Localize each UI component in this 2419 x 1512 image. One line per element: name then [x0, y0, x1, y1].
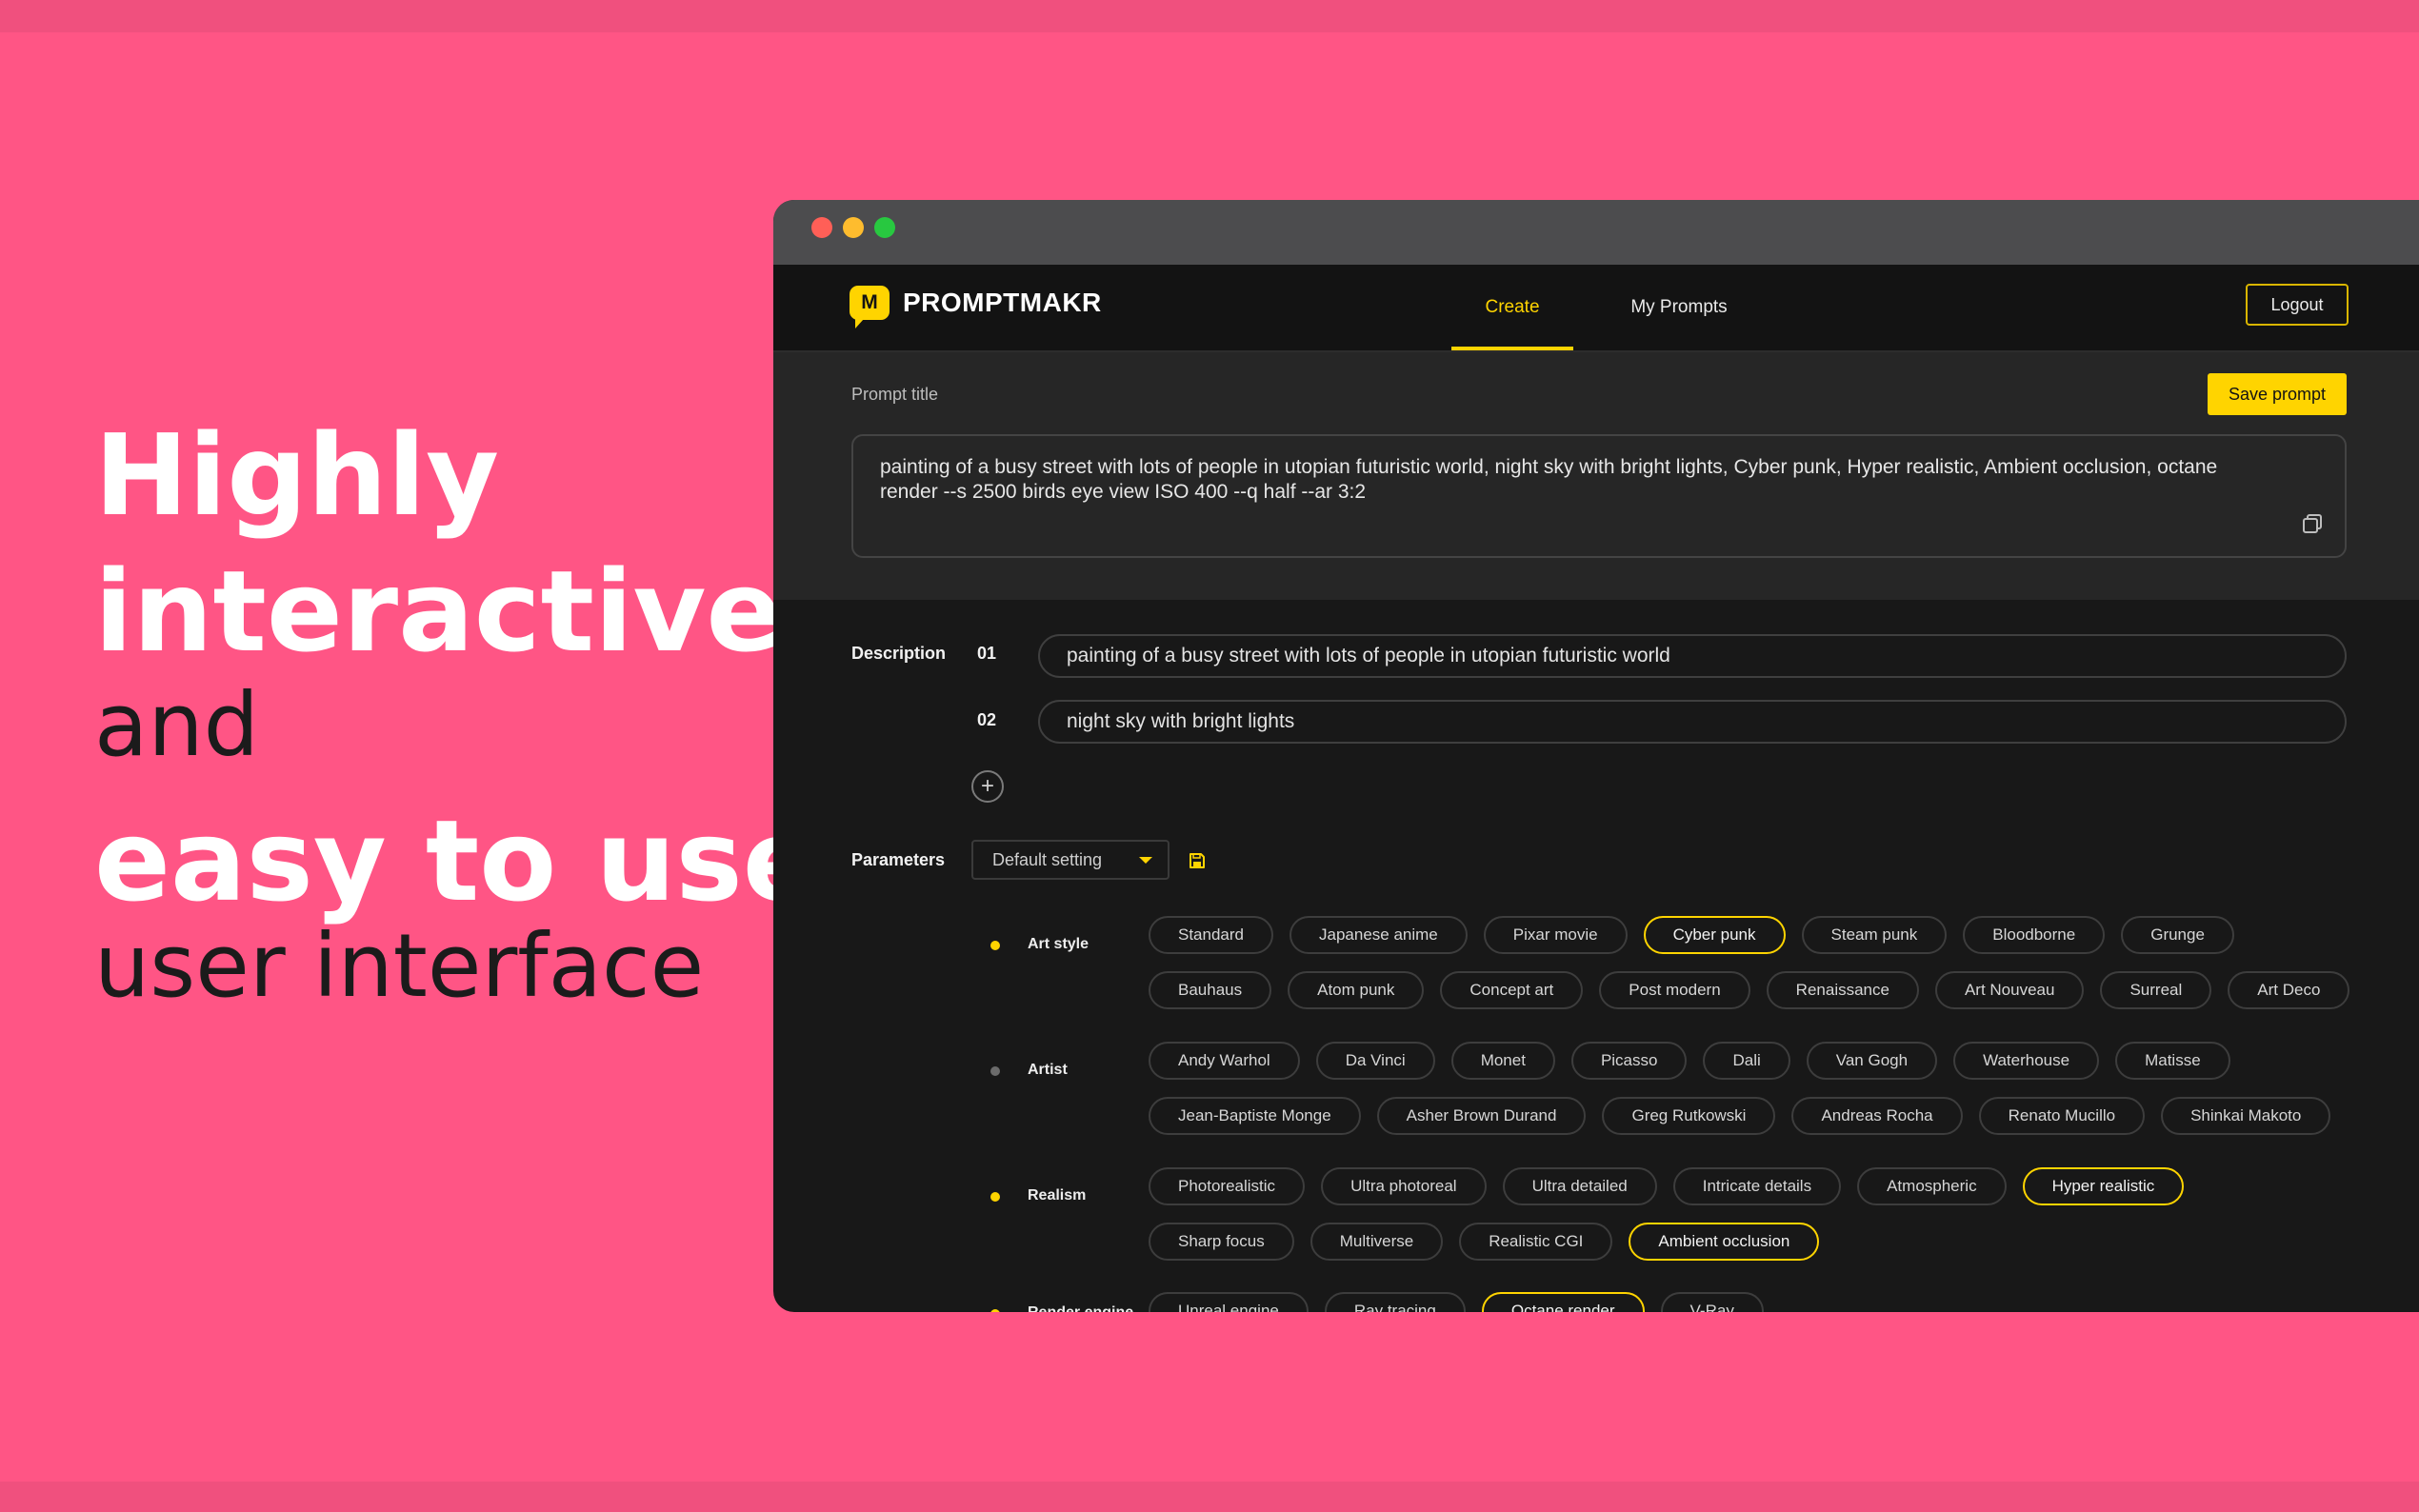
option-chip[interactable]: Renaissance [1766, 971, 1919, 1009]
option-chip[interactable]: Unreal engine [1149, 1292, 1309, 1312]
headline-line-1: Highly [94, 409, 500, 541]
option-chip[interactable]: Steam punk [1801, 916, 1948, 954]
headline-line-3: and [94, 674, 260, 776]
logo-icon: M [850, 286, 890, 328]
chip-row: Bauhaus Atom punk Concept art Post modern Re… [1149, 971, 2350, 1009]
option-chip[interactable]: Ultra detailed [1502, 1167, 1657, 1205]
chevron-down-icon [1139, 857, 1152, 864]
headline-line-2: interactive [94, 546, 783, 677]
prompt-title-section: Prompt title Save prompt painting of a b… [773, 352, 2419, 600]
copy-icon[interactable] [2301, 512, 2324, 535]
option-chip[interactable]: Surreal [2100, 971, 2212, 1009]
headline-line-5: user interface [94, 915, 705, 1017]
option-chip[interactable]: Post modern [1599, 971, 1750, 1009]
save-prompt-button[interactable]: Save prompt [2208, 373, 2347, 415]
description-label: Description [851, 644, 947, 663]
option-chip[interactable]: Grunge [2121, 916, 2234, 954]
option-chip[interactable]: Bloodborne [1963, 916, 2106, 954]
option-chip[interactable]: Van Gogh [1806, 1042, 1938, 1080]
option-chip[interactable]: Renato Mucillo [1978, 1097, 2146, 1135]
tab-create[interactable]: Create [1451, 265, 1573, 350]
app-header: M PROMPTMAKR Create My Prompts Logout [773, 265, 2419, 352]
close-window-button[interactable] [811, 217, 832, 238]
option-chip[interactable]: Atmospheric [1857, 1167, 2007, 1205]
option-chip[interactable]: Greg Rutkowski [1602, 1097, 1776, 1135]
option-chip[interactable]: Sharp focus [1149, 1223, 1294, 1261]
option-chip[interactable]: Art Deco [2228, 971, 2350, 1009]
option-chip[interactable]: Ambient occlusion [1629, 1223, 1820, 1261]
description-input[interactable]: painting of a busy street with lots of p… [1038, 634, 2347, 678]
description-number: 01 [977, 644, 997, 663]
option-chip[interactable]: Andreas Rocha [1791, 1097, 1963, 1135]
option-chip[interactable]: Atom punk [1288, 971, 1425, 1009]
option-chip[interactable]: Multiverse [1309, 1223, 1444, 1261]
option-chip[interactable]: Dali [1703, 1042, 1790, 1080]
option-chip[interactable]: Andy Warhol [1149, 1042, 1300, 1080]
chip-row: Standard Japanese anime Pixar movie Cyber p… [1149, 916, 2234, 954]
top-edge-strip [0, 0, 2419, 32]
option-chip[interactable]: Bauhaus [1149, 971, 1272, 1009]
category-marker [990, 1192, 1000, 1202]
description-input[interactable]: night sky with bright lights [1038, 700, 2347, 744]
option-chip[interactable]: Cyber punk [1643, 916, 1786, 954]
description-number: 02 [977, 710, 997, 729]
category-label: Realism [1028, 1187, 1087, 1204]
headline-line-4: easy to use [94, 795, 819, 926]
option-chip[interactable]: Art Nouveau [1934, 971, 2085, 1009]
chip-row: Sharp focus Multiverse Realistic CGI Ambien… [1149, 1223, 1820, 1261]
logo-text: PROMPTMAKR [903, 288, 1102, 317]
option-chip[interactable]: Japanese anime [1289, 916, 1468, 954]
option-chip[interactable]: Jean-Baptiste Monge [1149, 1097, 1361, 1135]
parameters-label: Parameters [851, 850, 946, 869]
parameters-select[interactable]: Default setting [971, 840, 1170, 880]
add-description-button[interactable]: + [971, 770, 1004, 803]
chip-row: Andy Warhol Da Vinci Monet Picasso Dali Van G… [1149, 1042, 2230, 1080]
chip-row: Jean-Baptiste Monge Asher Brown Durand Gre… [1149, 1097, 2331, 1135]
option-chip[interactable]: Intricate details [1672, 1167, 1842, 1205]
parameters-select-value: Default setting [992, 850, 1103, 869]
category-label: Art style [1028, 936, 1090, 952]
option-chip[interactable]: Matisse [2115, 1042, 2230, 1080]
app-window: M PROMPTMAKR Create My Prompts Logout Pr… [773, 200, 2419, 1312]
logo[interactable]: M PROMPTMAKR [850, 286, 1102, 328]
option-chip[interactable]: Octane render [1481, 1292, 1645, 1312]
option-chip[interactable]: Asher Brown Durand [1376, 1097, 1587, 1135]
tab-my-prompts[interactable]: My Prompts [1598, 265, 1760, 350]
option-chip[interactable]: Waterhouse [1953, 1042, 2100, 1080]
option-chip[interactable]: Da Vinci [1315, 1042, 1435, 1080]
option-chip[interactable]: Shinkai Makoto [2161, 1097, 2331, 1135]
logout-button[interactable]: Logout [2246, 284, 2349, 326]
option-chip[interactable]: Ray tracing [1324, 1292, 1466, 1312]
option-chip[interactable]: Pixar movie [1483, 916, 1628, 954]
option-chip[interactable]: Realistic CGI [1459, 1223, 1613, 1261]
minimize-window-button[interactable] [843, 217, 864, 238]
option-chip[interactable]: Standard [1149, 916, 1273, 954]
save-icon[interactable] [1189, 852, 1206, 869]
category-marker [990, 1309, 1000, 1312]
category-marker [990, 1066, 1000, 1076]
option-chip[interactable]: V-Ray [1660, 1292, 1764, 1312]
option-chip[interactable]: Photorealistic [1149, 1167, 1306, 1205]
option-chip[interactable]: Hyper realistic [2022, 1167, 2185, 1205]
category-label: Render engine [1028, 1304, 1133, 1312]
category-label: Artist [1028, 1062, 1068, 1078]
chip-row: Unreal engine Ray tracing Octane render V-R… [1149, 1292, 1764, 1312]
option-chip[interactable]: Monet [1450, 1042, 1555, 1080]
prompt-text-field[interactable]: painting of a busy street with lots of p… [851, 434, 2347, 558]
maximize-window-button[interactable] [874, 217, 895, 238]
window-titlebar [773, 200, 2419, 265]
option-chip[interactable]: Ultra photoreal [1321, 1167, 1487, 1205]
category-marker [990, 941, 1000, 950]
bottom-edge-strip [0, 1482, 2419, 1512]
logo-letter: M [861, 291, 878, 313]
prompt-title-label: Prompt title [851, 385, 939, 404]
chip-row: Photorealistic Ultra photoreal Ultra detai… [1149, 1167, 2185, 1205]
option-chip[interactable]: Concept art [1440, 971, 1584, 1009]
option-chip[interactable]: Picasso [1570, 1042, 1688, 1080]
